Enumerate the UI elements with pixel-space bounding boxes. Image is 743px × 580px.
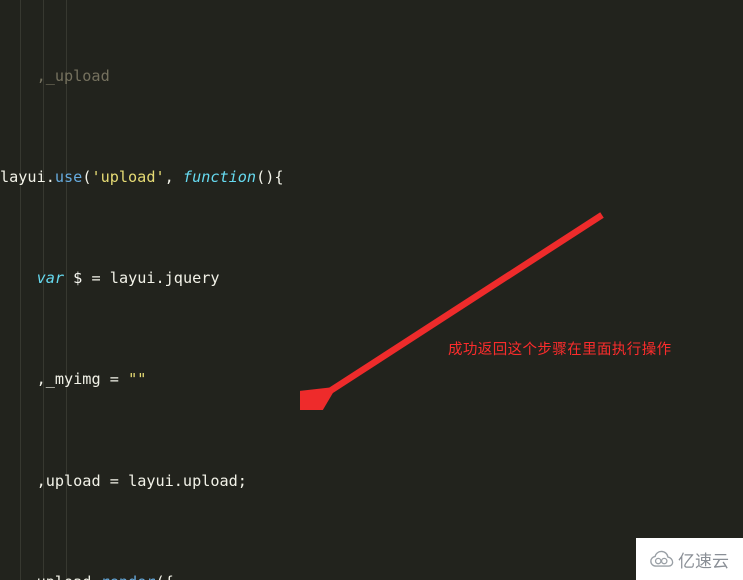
- code-line: var $ = layui.jquery: [36, 269, 220, 288]
- cloud-icon: [650, 550, 674, 567]
- code-line: ,_upload: [0, 66, 110, 85]
- annotation-text: 成功返回这个步骤在里面执行操作: [448, 342, 672, 358]
- watermark-text: 亿速云: [678, 551, 729, 572]
- code-line: layui.use('upload', function(){: [0, 168, 284, 187]
- code-line: ,_myimg = "": [36, 370, 147, 389]
- code-editor-screenshot: ,_upload layui.use('upload', function(){…: [0, 0, 743, 580]
- code-line: ,upload = layui.upload;: [36, 471, 247, 490]
- code-line: upload.render({: [0, 570, 743, 580]
- watermark: 亿速云: [636, 538, 743, 580]
- code-block[interactable]: ,_upload layui.use('upload', function(){…: [0, 0, 743, 580]
